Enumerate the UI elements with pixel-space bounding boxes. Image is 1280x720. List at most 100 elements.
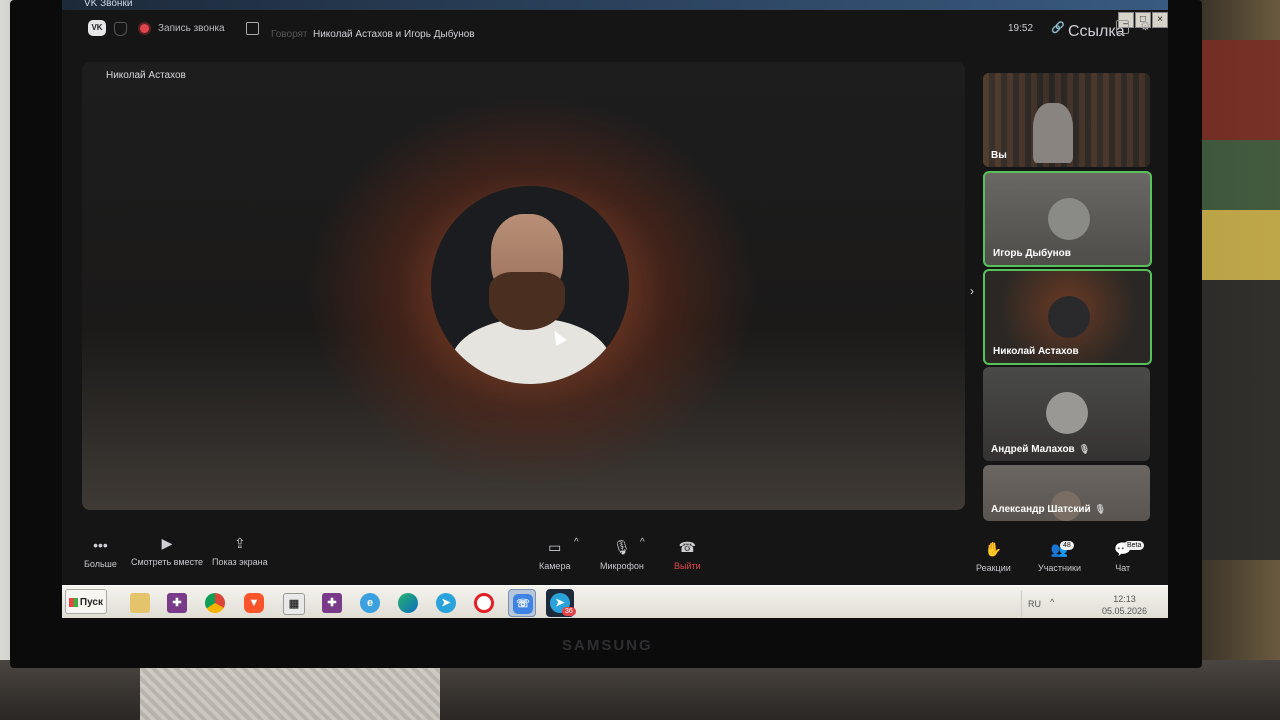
microphone-options-chevron-icon[interactable]: ^ xyxy=(640,537,645,548)
window-titlebar: VK Звонки xyxy=(62,0,1168,10)
phone-icon: ☏ xyxy=(513,594,533,614)
leave-button[interactable]: ☎ Выйти xyxy=(674,539,701,571)
taskbar-opera[interactable] xyxy=(470,589,498,617)
taskbar-bible-app-2[interactable]: ✚ xyxy=(318,589,346,617)
participant-tile[interactable]: Игорь Дыбунов xyxy=(983,171,1152,267)
taskbar-telegram[interactable]: ➤ xyxy=(432,589,460,617)
participant-tile-self[interactable]: Вы xyxy=(983,73,1150,167)
call-topbar: VK Запись звонка Говорят Николай Астахов… xyxy=(62,16,1168,46)
taskbar-brave[interactable]: ▼ xyxy=(240,589,268,617)
vk-logo[interactable]: VK xyxy=(88,20,106,36)
telegram-icon: ➤ xyxy=(436,593,456,613)
taskbar-chrome[interactable] xyxy=(201,589,229,617)
taskbar: Пуск ✚ ▼ ▦ ✚ e ➤ ☏ ➤ 36 RU ^ 12:13 05.05.… xyxy=(62,585,1168,618)
monitor-bezel: SAMSUNG VK Звонки _ □ × VK Запись звонка… xyxy=(10,0,1202,668)
internet-explorer-icon: e xyxy=(360,593,380,613)
watch-together-label: Смотреть вместе xyxy=(131,557,204,567)
brave-icon: ▼ xyxy=(244,593,264,613)
participant-tile[interactable]: Андрей Малахов 🎙 xyxy=(983,367,1150,461)
chevron-right-icon[interactable]: › xyxy=(970,284,974,298)
participant-name: Вы xyxy=(991,150,1007,161)
record-label[interactable]: Запись звонка xyxy=(158,23,225,34)
book-icon: ✚ xyxy=(322,593,342,613)
taskbar-explorer[interactable] xyxy=(126,589,154,617)
windows-logo-icon xyxy=(69,598,78,607)
camera-button[interactable]: ▭ Камера xyxy=(539,539,570,571)
speaker-avatar xyxy=(431,186,629,384)
call-controls: ••• Больше ▶ Смотреть вместе ⇪ Показ экр… xyxy=(62,523,1168,583)
start-button[interactable]: Пуск xyxy=(65,589,107,614)
edge-icon xyxy=(398,593,418,613)
taskbar-edge[interactable] xyxy=(394,589,422,617)
shield-icon[interactable] xyxy=(114,22,127,36)
lace-curtain xyxy=(140,665,440,720)
call-title: Николай Астахов и Игорь Дыбунов xyxy=(313,29,475,40)
gear-icon[interactable]: ⚙ xyxy=(1140,19,1152,33)
participants-count-badge: 48 xyxy=(1060,541,1074,550)
panel-icon[interactable] xyxy=(246,22,259,35)
participant-name: Николай Астахов xyxy=(993,346,1079,357)
self-video-person xyxy=(1033,103,1073,163)
speaking-label: Говорят xyxy=(271,29,308,40)
start-label: Пуск xyxy=(79,597,103,608)
share-screen-icon: ⇪ xyxy=(233,535,246,551)
participant-tile[interactable]: Александр Шатский 🎙 xyxy=(983,465,1150,521)
layout-icon[interactable] xyxy=(1116,20,1129,34)
tray-time: 12:13 xyxy=(1113,594,1136,604)
tray-expand-icon[interactable]: ^ xyxy=(1050,597,1054,607)
more-icon: ••• xyxy=(93,537,108,553)
background-shelf xyxy=(1195,40,1280,560)
chat-beta-badge: Beta xyxy=(1124,541,1145,550)
taskbar-bible-app[interactable]: ✚ xyxy=(163,589,191,617)
monitor-brand: SAMSUNG xyxy=(562,637,653,654)
calculator-icon: ▦ xyxy=(283,593,305,615)
record-icon[interactable] xyxy=(140,24,149,33)
book-icon: ✚ xyxy=(167,593,187,613)
chat-label: Чат xyxy=(1115,563,1131,573)
reactions-label: Реакции xyxy=(976,563,1011,573)
tray-date: 05.05.2026 xyxy=(1102,606,1148,616)
hangup-icon: ☎ xyxy=(678,539,697,555)
avatar-beard xyxy=(489,272,565,330)
chrome-icon xyxy=(205,593,225,613)
opera-icon xyxy=(474,593,494,613)
participant-tile[interactable]: Николай Астахов xyxy=(983,269,1152,365)
language-indicator[interactable]: RU xyxy=(1028,599,1041,609)
leave-label: Выйти xyxy=(674,561,701,571)
microphone-label: Микрофон xyxy=(600,561,644,571)
participants-label: Участники xyxy=(1038,563,1081,573)
participant-name: Андрей Малахов 🎙 xyxy=(991,444,1090,455)
call-clock: 19:52 xyxy=(1008,23,1034,34)
mic-off-icon: 🎙 xyxy=(1078,444,1091,454)
screen-share-button[interactable]: ⇪ Показ экрана xyxy=(212,535,268,567)
folder-icon xyxy=(130,593,150,613)
play-icon: ▶ xyxy=(161,535,173,551)
participant-avatar xyxy=(1048,198,1090,240)
system-tray: RU ^ 12:13 05.05.2026 xyxy=(1021,591,1160,617)
link-icon[interactable]: 🔗 xyxy=(1051,21,1065,34)
taskbar-vk-calls[interactable]: ☏ xyxy=(508,589,536,617)
screen-share-label: Показ экрана xyxy=(212,557,268,567)
participant-name: Игорь Дыбунов xyxy=(993,248,1071,259)
taskbar-calculator[interactable]: ▦ xyxy=(279,589,307,617)
microphone-button[interactable]: 🎙 Микрофон xyxy=(600,539,644,571)
participant-avatar xyxy=(1046,392,1088,434)
microphone-icon: 🎙 xyxy=(613,539,631,555)
tray-clock[interactable]: 12:13 05.05.2026 xyxy=(1102,593,1147,617)
taskbar-ie[interactable]: e xyxy=(356,589,384,617)
window-title: VK Звонки xyxy=(84,0,133,9)
more-button[interactable]: ••• Больше xyxy=(84,537,117,569)
telegram-unread-badge: 36 xyxy=(562,607,576,616)
main-video[interactable]: Николай Астахов xyxy=(82,62,965,510)
reactions-button[interactable]: ✋ Реакции xyxy=(976,541,1011,573)
participant-name-text: Александр Шатский xyxy=(991,504,1091,515)
participant-avatar xyxy=(1048,296,1090,338)
watch-together-button[interactable]: ▶ Смотреть вместе xyxy=(131,535,203,567)
hand-icon: ✋ xyxy=(984,541,1003,557)
camera-options-chevron-icon[interactable]: ^ xyxy=(574,537,579,548)
more-label: Больше xyxy=(84,559,117,569)
mic-off-icon: 🎙 xyxy=(1094,504,1107,514)
taskbar-telegram-2[interactable]: ➤ 36 xyxy=(546,589,576,617)
camera-label: Камера xyxy=(539,561,571,571)
camera-icon: ▭ xyxy=(548,539,562,555)
